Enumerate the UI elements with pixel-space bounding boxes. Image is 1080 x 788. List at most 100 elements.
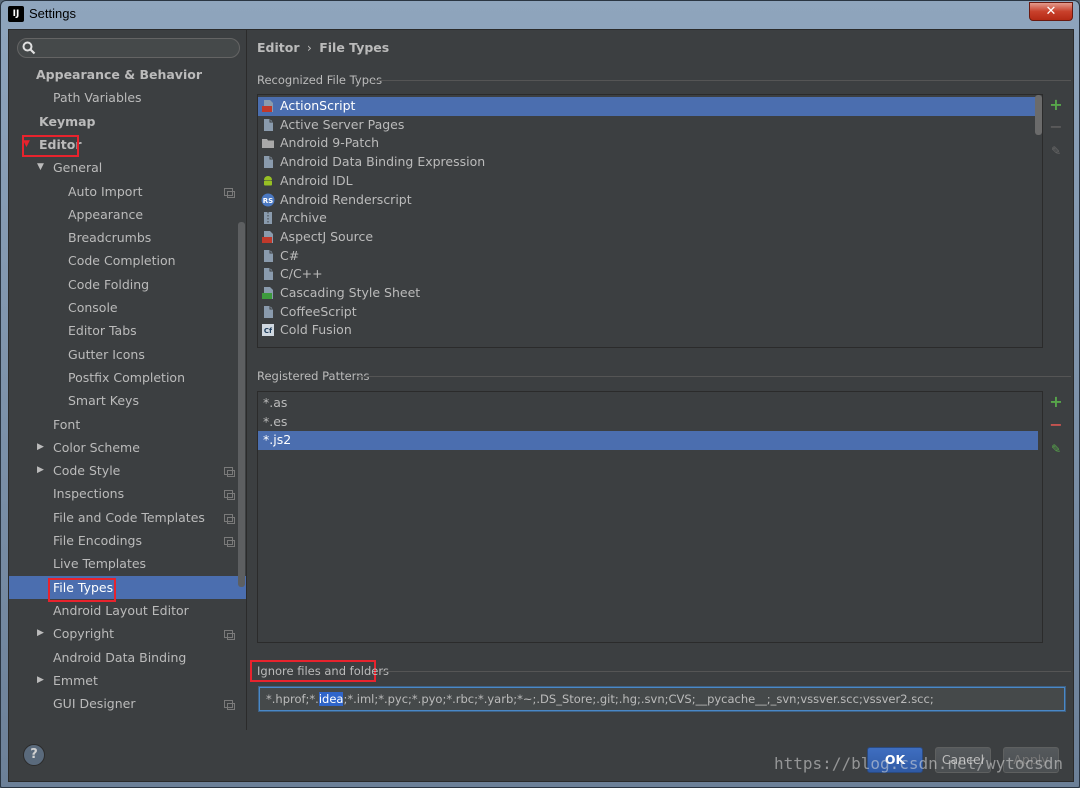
- sidebar-item-gui-designer[interactable]: GUI Designer: [9, 692, 246, 715]
- ignore-divider: [381, 671, 1071, 672]
- sidebar-item-label: Path Variables: [53, 90, 142, 106]
- sidebar-item-general[interactable]: ▼ General: [9, 156, 246, 179]
- file-types-pane: Editor › File Types Recognized File Type…: [257, 30, 1073, 730]
- intellij-app-icon: IJ: [8, 6, 24, 22]
- sidebar-item-color-scheme[interactable]: ▶ Color Scheme: [9, 436, 246, 459]
- ignore-text-after: ;*.iml;*.pyc;*.pyo;*.rbc;*.yarb;*~;.DS_S…: [343, 692, 934, 706]
- project-scope-icon: [224, 630, 235, 641]
- sidebar-item-postfix-completion[interactable]: Postfix Completion: [9, 366, 246, 389]
- sidebar-item-editor-tabs[interactable]: Editor Tabs: [9, 319, 246, 342]
- file-type-row[interactable]: Cascading Style Sheet: [258, 284, 1038, 303]
- ignore-files-input[interactable]: *.hprof;*.idea;*.iml;*.pyc;*.pyo;*.rbc;*…: [259, 687, 1065, 711]
- file-type-row[interactable]: C/C++: [258, 265, 1038, 284]
- sidebar-item-console[interactable]: Console: [9, 296, 246, 319]
- file-type-row[interactable]: AspectJ Source: [258, 228, 1038, 247]
- close-window-button[interactable]: ✕: [1029, 2, 1073, 21]
- add-file-type-button[interactable]: +: [1049, 97, 1063, 113]
- file-types-toolbar: + − ✎: [1045, 94, 1067, 348]
- expand-right-icon[interactable]: ▶: [37, 622, 44, 645]
- file-type-name: AspectJ Source: [280, 228, 374, 244]
- file-type-row[interactable]: Active Server Pages: [258, 116, 1038, 135]
- sidebar-item-label: Live Templates: [53, 556, 147, 572]
- file-type-row[interactable]: Archive: [258, 209, 1038, 228]
- sidebar-item-file-encodings[interactable]: File Encodings: [9, 529, 246, 552]
- dialog-footer: ? OK Cancel Apply https://blog.csdn.net/…: [9, 730, 1073, 781]
- sidebar-item-android-layout-editor[interactable]: Android Layout Editor: [9, 599, 246, 622]
- pattern-row[interactable]: *.es: [258, 413, 1038, 432]
- sidebar-item-label: Auto Import: [68, 183, 143, 199]
- file-type-name: Android Data Binding Expression: [280, 154, 486, 170]
- sidebar-item-gutter-icons[interactable]: Gutter Icons: [9, 343, 246, 366]
- sidebar-item-android-data-binding[interactable]: Android Data Binding: [9, 646, 246, 669]
- file-types-scrollbar[interactable]: [1035, 95, 1042, 135]
- edit-pattern-button[interactable]: ✎: [1049, 442, 1063, 456]
- file-type-row[interactable]: Android IDL: [258, 172, 1038, 191]
- file-type-row[interactable]: RS Android Renderscript: [258, 191, 1038, 210]
- sidebar-item-path-variables[interactable]: Path Variables: [9, 86, 246, 109]
- window-title: Settings: [29, 6, 76, 21]
- file-type-row[interactable]: Android Data Binding Expression: [258, 153, 1038, 172]
- sidebar-item-auto-import[interactable]: Auto Import: [9, 180, 246, 203]
- sidebar-item-code-folding[interactable]: Code Folding: [9, 273, 246, 296]
- expand-right-icon[interactable]: ▶: [37, 669, 44, 692]
- sidebar-item-inspections[interactable]: Inspections: [9, 482, 246, 505]
- sidebar-item-appearance-behavior[interactable]: Appearance & Behavior: [9, 63, 246, 86]
- settings-search-input[interactable]: [17, 38, 240, 58]
- sidebar-item-label: Inspections: [53, 486, 125, 502]
- file-icon: [261, 249, 275, 263]
- breadcrumb-current: File Types: [319, 40, 390, 55]
- sidebar-item-live-templates[interactable]: Live Templates: [9, 552, 246, 575]
- sidebar-item-file-and-code-templates[interactable]: File and Code Templates: [9, 506, 246, 529]
- sidebar-item-label: Color Scheme: [53, 439, 140, 455]
- actionscript-icon: [261, 99, 275, 113]
- pattern-row[interactable]: *.js2: [258, 431, 1038, 451]
- breadcrumb-parent[interactable]: Editor: [257, 40, 300, 55]
- expand-right-icon[interactable]: ▶: [37, 459, 44, 482]
- project-scope-icon: [224, 187, 235, 198]
- add-pattern-button[interactable]: +: [1049, 394, 1063, 410]
- sidebar-item-appearance[interactable]: Appearance: [9, 203, 246, 226]
- sidebar-item-label: Smart Keys: [68, 393, 139, 409]
- sidebar-item-copyright[interactable]: ▶ Copyright: [9, 622, 246, 645]
- sidebar-item-label: Appearance: [68, 206, 144, 222]
- sidebar-item-label: Copyright: [53, 626, 115, 642]
- file-type-row[interactable]: CoffeeScript: [258, 303, 1038, 322]
- sidebar-scrollbar[interactable]: [238, 222, 245, 587]
- sidebar-item-smart-keys[interactable]: Smart Keys: [9, 389, 246, 412]
- settings-window: IJ Settings ✕ Appearance & Behavior Path …: [0, 0, 1080, 788]
- sidebar-item-label: File and Code Templates: [53, 509, 205, 525]
- breadcrumb: Editor › File Types: [257, 40, 389, 55]
- file-type-name: C#: [280, 247, 300, 263]
- sidebar-item-breadcrumbs[interactable]: Breadcrumbs: [9, 226, 246, 249]
- patterns-divider: [357, 376, 1071, 377]
- expand-down-icon[interactable]: ▼: [37, 156, 44, 179]
- sidebar-item-font[interactable]: Font: [9, 413, 246, 436]
- sidebar-item-code-completion[interactable]: Code Completion: [9, 249, 246, 272]
- file-type-row[interactable]: C#: [258, 247, 1038, 266]
- expand-right-icon[interactable]: ▶: [37, 436, 44, 459]
- sidebar-item-emmet[interactable]: ▶ Emmet: [9, 669, 246, 692]
- renderscript-icon: RS: [261, 193, 275, 207]
- file-type-name: Android IDL: [280, 172, 353, 188]
- title-bar[interactable]: IJ Settings ✕: [1, 1, 1079, 29]
- sidebar-item-file-types[interactable]: File Types: [9, 575, 246, 599]
- sidebar-item-keymap[interactable]: Keymap: [9, 110, 246, 133]
- remove-pattern-button[interactable]: −: [1049, 417, 1063, 433]
- file-type-row[interactable]: Android 9-Patch: [258, 134, 1038, 153]
- sidebar-item-label: Breadcrumbs: [68, 230, 152, 246]
- file-icon: [261, 305, 275, 319]
- file-type-row[interactable]: ActionScript: [258, 97, 1038, 116]
- registered-patterns-list[interactable]: *.as *.es *.js2: [257, 391, 1043, 643]
- watermark-text: https://blog.csdn.net/wytocsdn: [774, 754, 1063, 773]
- pattern-name: *.es: [263, 413, 288, 429]
- edit-file-type-button[interactable]: ✎: [1049, 144, 1063, 158]
- remove-file-type-button[interactable]: −: [1049, 119, 1063, 135]
- file-type-row[interactable]: Cf Cold Fusion: [258, 321, 1038, 340]
- aspectj-icon: [261, 230, 275, 244]
- pattern-row[interactable]: *.as: [258, 394, 1038, 413]
- recognized-file-types-list[interactable]: ActionScript Active Server Pages Android 9…: [257, 94, 1043, 348]
- file-type-name: Active Server Pages: [280, 116, 405, 132]
- sidebar-item-code-style[interactable]: ▶ Code Style: [9, 459, 246, 482]
- folder-icon: [261, 136, 275, 150]
- help-button[interactable]: ?: [23, 744, 45, 766]
